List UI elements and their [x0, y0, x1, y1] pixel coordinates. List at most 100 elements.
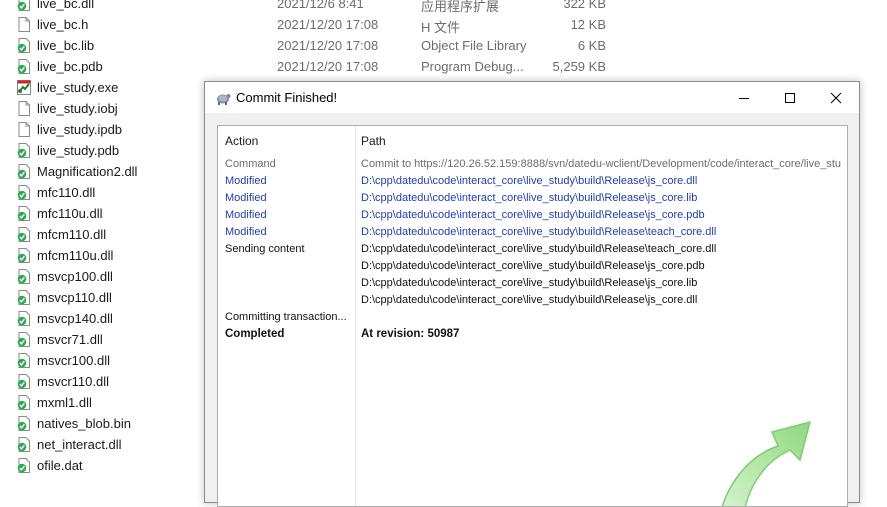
file-name: live_bc.h — [37, 17, 89, 32]
log-action: Committing transaction... — [225, 311, 347, 323]
dll-icon — [17, 164, 31, 179]
log-row[interactable]: Modified D:\cpp\datedu\code\interact_core… — [218, 207, 847, 224]
dialog-title: Commit Finished! — [236, 90, 338, 105]
dll-icon — [17, 0, 31, 11]
file-size: 5,259 KB — [552, 59, 607, 74]
file-name: msvcr71.dll — [37, 332, 103, 347]
dll-icon — [17, 416, 31, 431]
file-name: mfc110.dll — [37, 185, 96, 200]
file-name: live_study.pdb — [37, 143, 120, 158]
dll-icon — [17, 185, 31, 200]
close-icon — [830, 92, 842, 104]
log-path: D:\cpp\datedu\code\interact_core\live_st… — [361, 260, 705, 272]
log-path: D:\cpp\datedu\code\interact_core\live_st… — [361, 226, 717, 238]
file-row[interactable]: live_bc.h 2021/12/20 17:08 H 文件 12 KB — [0, 14, 887, 35]
file-icon — [17, 101, 31, 116]
log-path: D:\cpp\datedu\code\interact_core\live_st… — [361, 209, 705, 221]
log-action: Sending content — [225, 243, 305, 255]
log-row[interactable]: Committing transaction... — [218, 309, 847, 326]
dll-icon — [17, 353, 31, 368]
dll-icon — [17, 458, 31, 473]
file-row[interactable]: live_bc.lib 2021/12/20 17:08 Object File L… — [0, 35, 887, 56]
file-date: 2021/12/20 17:08 — [277, 17, 379, 32]
file-row[interactable]: live_bc.dll 2021/12/6 8:41 应用程序扩展 322 KB — [0, 0, 887, 14]
file-name: msvcp140.dll — [37, 311, 113, 326]
log-row[interactable]: Completed At revision: 50987 — [218, 326, 847, 343]
file-name: Magnification2.dll — [37, 164, 138, 179]
pdb-icon — [17, 59, 31, 74]
log-row[interactable]: Modified D:\cpp\datedu\code\interact_core… — [218, 190, 847, 207]
file-name: ofile.dat — [37, 458, 83, 473]
dll-icon — [17, 227, 31, 242]
title-bar[interactable]: Commit Finished! — [205, 82, 859, 113]
commit-arrow-icon — [698, 416, 818, 506]
file-name: msvcr110.dll — [37, 374, 110, 389]
file-size: 322 KB — [563, 0, 606, 11]
log-action: Modified — [225, 209, 267, 221]
file-size: 6 KB — [577, 38, 606, 53]
dll-icon — [17, 395, 31, 410]
dll-icon — [17, 311, 31, 326]
log-path: D:\cpp\datedu\code\interact_core\live_st… — [361, 175, 698, 187]
file-name: natives_blob.bin — [37, 416, 131, 431]
minimize-icon — [739, 98, 749, 99]
log-path: Commit to https://120.26.52.159:8888/svn… — [361, 158, 841, 170]
file-name: mxml1.dll — [37, 395, 92, 410]
file-type: H 文件 — [421, 20, 461, 35]
log-action: Command — [225, 158, 276, 170]
file-icon — [17, 17, 31, 32]
log-action: Completed — [225, 328, 285, 340]
column-header-path[interactable]: Path — [361, 134, 386, 148]
file-name: msvcr100.dll — [37, 353, 110, 368]
close-button[interactable] — [813, 82, 859, 113]
column-header-action[interactable]: Action — [225, 134, 258, 148]
log-path: D:\cpp\datedu\code\interact_core\live_st… — [361, 192, 698, 204]
dll-icon — [17, 290, 31, 305]
dll-icon — [17, 437, 31, 452]
commit-finished-dialog: Commit Finished! Action Path Command Comm… — [204, 81, 860, 507]
dll-icon — [17, 332, 31, 347]
dll-icon — [17, 374, 31, 389]
file-name: live_bc.pdb — [37, 59, 103, 74]
dll-icon — [17, 206, 31, 221]
file-date: 2021/12/6 8:41 — [277, 0, 364, 11]
file-icon — [17, 122, 31, 137]
file-name: mfcm110.dll — [37, 227, 107, 242]
pdb-icon — [17, 143, 31, 158]
log-path: D:\cpp\datedu\code\interact_core\live_st… — [361, 243, 717, 255]
exe-icon — [17, 80, 31, 95]
file-date: 2021/12/20 17:08 — [277, 38, 379, 53]
maximize-icon — [785, 93, 795, 103]
dll-icon — [17, 248, 31, 263]
log-row[interactable]: Modified D:\cpp\datedu\code\interact_core… — [218, 224, 847, 241]
log-path: D:\cpp\datedu\code\interact_core\live_st… — [361, 294, 698, 306]
tortoise-svn-icon — [215, 90, 231, 106]
log-row[interactable]: D:\cpp\datedu\code\interact_core\live_st… — [218, 275, 847, 292]
minimize-button[interactable] — [721, 82, 767, 113]
log-path: D:\cpp\datedu\code\interact_core\live_st… — [361, 277, 698, 289]
dll-icon — [17, 269, 31, 284]
log-action: Modified — [225, 192, 267, 204]
log-row[interactable]: D:\cpp\datedu\code\interact_core\live_st… — [218, 292, 847, 309]
file-date: 2021/12/20 17:08 — [277, 59, 379, 74]
file-type: Object File Library — [421, 38, 527, 53]
file-name: live_study.exe — [37, 80, 119, 95]
file-name: live_study.ipdb — [37, 122, 123, 137]
log-action: Modified — [225, 175, 267, 187]
file-size: 12 KB — [570, 17, 606, 32]
log-path: At revision: 50987 — [361, 328, 460, 340]
log-action: Modified — [225, 226, 267, 238]
maximize-button[interactable] — [767, 82, 813, 113]
log-row[interactable]: Command Commit to https://120.26.52.159:8… — [218, 156, 847, 173]
log-row[interactable]: Modified D:\cpp\datedu\code\interact_core… — [218, 173, 847, 190]
file-row[interactable]: live_bc.pdb 2021/12/20 17:08 Program Debug… — [0, 56, 887, 77]
file-name: msvcp110.dll — [37, 290, 112, 305]
file-name: msvcp100.dll — [37, 269, 113, 284]
file-name: net_interact.dll — [37, 437, 122, 452]
log-row[interactable]: Sending content D:\cpp\datedu\code\intera… — [218, 241, 847, 258]
file-name: mfc110u.dll — [37, 206, 103, 221]
file-type: Program Debug... — [421, 59, 524, 74]
log-row[interactable]: D:\cpp\datedu\code\interact_core\live_st… — [218, 258, 847, 275]
lib-icon — [17, 38, 31, 53]
commit-log-list[interactable]: Action Path Command Commit to https://120… — [217, 125, 848, 507]
